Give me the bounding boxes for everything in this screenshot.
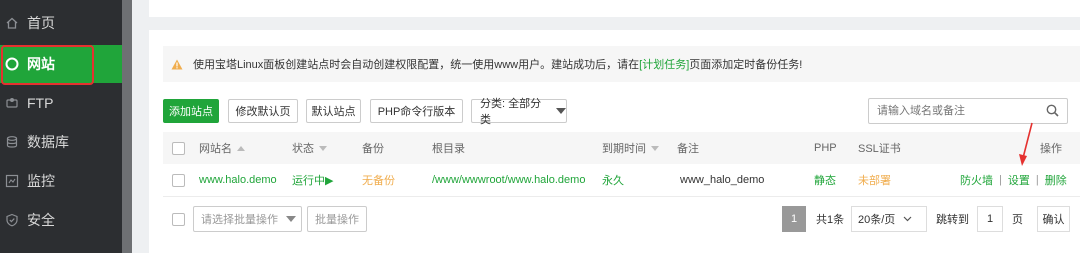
expire-value[interactable]: 永久 (602, 164, 624, 196)
per-page-label: 20条/页 (858, 214, 896, 226)
sidebar-item-label: 数据库 (27, 134, 69, 150)
sidebar-item-home[interactable]: 首页 (0, 4, 122, 42)
total-count: 共1条 (816, 214, 845, 226)
header-expire[interactable]: 到期时间 (602, 132, 659, 164)
notice-text-tail: 页面添加定时备份任务! (689, 59, 803, 71)
shield-icon (5, 213, 19, 227)
annotation-highlight-box (1, 45, 94, 85)
search-box (868, 98, 1068, 124)
php-cli-version-button[interactable]: PHP命令行版本 (370, 99, 463, 123)
goto-confirm-button[interactable]: 确认 (1037, 206, 1070, 232)
site-management-panel: 使用宝塔Linux面板创建站点时会自动创建权限配置，统一使用www用户。建站成功… (149, 30, 1080, 253)
chevron-down-icon (286, 216, 296, 222)
firewall-link[interactable]: 防火墙 (960, 172, 993, 188)
sidebar-scrollbar[interactable] (122, 0, 132, 253)
search-input[interactable] (869, 99, 1029, 123)
monitor-icon (5, 174, 19, 188)
header-php: PHP (814, 142, 837, 154)
select-all-checkbox[interactable] (172, 141, 185, 155)
table-header: 网站名 状态 备份 根目录 到期时间 备注 PHP SSL证书 操作 (163, 132, 1080, 164)
sort-asc-icon (237, 145, 245, 151)
goto-page-input[interactable]: 1 (977, 206, 1003, 232)
backup-link[interactable]: 无备份 (362, 164, 395, 196)
breadcrumb-panel (149, 0, 1080, 17)
sidebar-item-ftp[interactable]: FTP (0, 84, 122, 122)
category-select-label: 分类: 全部分类 (480, 98, 542, 126)
header-actions: 操作 (1040, 143, 1062, 155)
sidebar-item-monitor[interactable]: 监控 (0, 162, 122, 200)
row-checkbox[interactable] (172, 173, 185, 187)
settings-link[interactable]: 设置 (1008, 172, 1030, 188)
site-name-link[interactable]: www.halo.demo (199, 164, 277, 196)
batch-operation-button[interactable]: 批量操作 (307, 206, 367, 232)
database-icon (5, 135, 19, 149)
header-remark: 备注 (677, 143, 699, 155)
notice-bar: 使用宝塔Linux面板创建站点时会自动创建权限配置，统一使用www用户。建站成功… (163, 46, 1080, 82)
header-ssl: SSL证书 (858, 143, 901, 155)
sidebar-item-label: FTP (27, 95, 54, 111)
footer-select-all-checkbox[interactable] (172, 212, 185, 226)
root-dir-link[interactable]: /www/wwwroot/www.halo.demo (432, 164, 585, 196)
sidebar-item-security[interactable]: 安全 (0, 201, 122, 239)
chevron-down-icon (903, 213, 912, 225)
sort-icon (319, 145, 327, 151)
chevron-down-icon (556, 108, 566, 114)
ssl-status-link[interactable]: 未部署 (858, 164, 891, 196)
page-number-current[interactable]: 1 (782, 206, 806, 232)
site-table: 网站名 状态 备份 根目录 到期时间 备注 PHP SSL证书 操作 www.h… (163, 132, 1080, 197)
header-status[interactable]: 状态 (292, 132, 327, 164)
sidebar-item-database[interactable]: 数据库 (0, 123, 122, 161)
page-unit-label: 页 (1012, 214, 1023, 226)
sidebar-item-label: 首页 (27, 15, 55, 31)
table-footer: 请选择批量操作 批量操作 1 共1条 20条/页 跳转到 1 页 确认 (163, 206, 1080, 232)
per-page-select[interactable]: 20条/页 (851, 206, 927, 232)
php-version-link[interactable]: 静态 (814, 164, 836, 196)
delete-link[interactable]: 删除 (1045, 172, 1067, 188)
row-actions: 防火墙 | 设置 | 删除 (960, 172, 1067, 188)
status-running[interactable]: 运行中▶ (292, 164, 333, 196)
sidebar-item-label: 监控 (27, 173, 55, 189)
sort-icon (651, 145, 659, 151)
header-site-name[interactable]: 网站名 (199, 132, 245, 164)
table-row: www.halo.demo 运行中▶ 无备份 /www/wwwroot/www.… (163, 164, 1080, 197)
header-root-dir: 根目录 (432, 143, 465, 155)
category-select[interactable]: 分类: 全部分类 (471, 98, 567, 126)
ftp-icon (5, 96, 19, 110)
sidebar-item-label: 安全 (27, 212, 55, 228)
search-icon[interactable] (1046, 104, 1059, 120)
add-site-button[interactable]: 添加站点 (163, 99, 219, 123)
batch-operation-select[interactable]: 请选择批量操作 (193, 206, 302, 232)
home-icon (5, 16, 19, 30)
goto-label: 跳转到 (936, 214, 969, 226)
header-backup: 备份 (362, 143, 384, 155)
annotation-arrow (1019, 122, 1033, 166)
sidebar: 首页 网站 FTP 数据库 监控 安全 (0, 0, 122, 253)
notice-text: 使用宝塔Linux面板创建站点时会自动创建权限配置，统一使用www用户。建站成功… (193, 59, 640, 71)
warning-icon (171, 59, 183, 70)
cron-task-link[interactable]: [计划任务] (639, 56, 689, 72)
remark-value[interactable]: www_halo_demo (680, 164, 764, 196)
default-site-button[interactable]: 默认站点 (306, 99, 361, 123)
edit-default-page-button[interactable]: 修改默认页 (228, 99, 298, 123)
breadcrumb (171, 0, 281, 3)
batch-select-label: 请选择批量操作 (201, 214, 278, 226)
